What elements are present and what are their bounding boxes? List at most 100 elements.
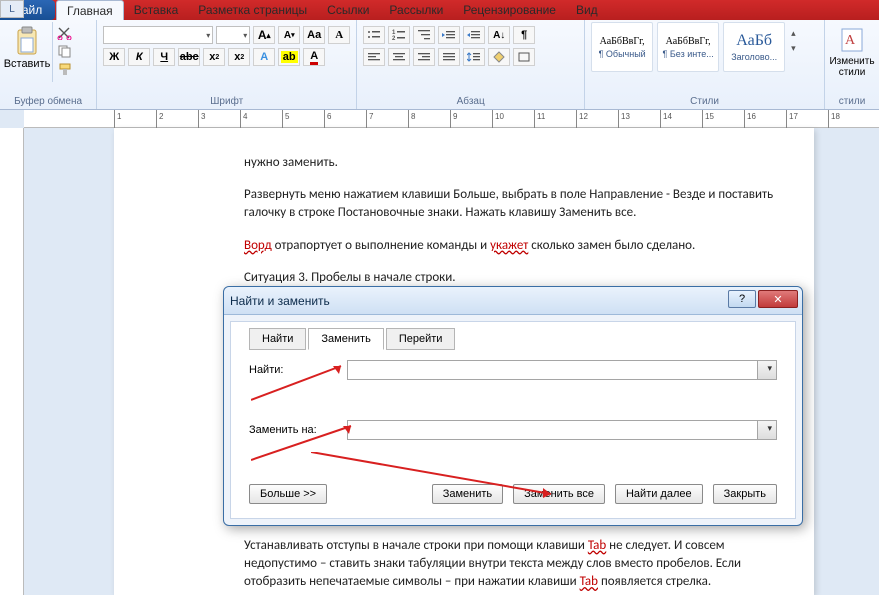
style-normal[interactable]: АаБбВвГг, ¶ Обычный [591,22,653,72]
styles-more-icon[interactable]: ▴ [791,28,796,39]
tab-review[interactable]: Рецензирование [453,0,566,20]
tick: 11 [534,110,535,128]
change-case-button[interactable]: Aa [303,26,325,44]
show-marks-button[interactable]: ¶ [513,26,535,44]
tab-view[interactable]: Вид [566,0,608,20]
copy-icon[interactable] [57,44,73,58]
superscript-button[interactable]: x2 [228,48,250,66]
group-edit: стили [831,94,873,109]
font-size-combo[interactable] [216,26,250,44]
indent-decrease-button[interactable] [438,26,460,44]
tick: 17 [786,110,787,128]
tick: 1 [114,110,115,128]
line-spacing-button[interactable] [463,48,485,66]
ribbon-tabs: Главная Вставка Разметка страницы Ссылки… [56,0,608,20]
more-button[interactable]: Больше >> [249,484,327,504]
tick: 6 [324,110,325,128]
clipboard-icon [14,26,40,56]
tick: 12 [576,110,577,128]
replace-input[interactable] [348,421,756,439]
tick: 2 [156,110,157,128]
highlight-button[interactable]: ab [278,48,300,66]
tab-mailings[interactable]: Рассылки [379,0,453,20]
cut-icon[interactable] [57,26,73,40]
group-styles: Стили [591,94,818,109]
dialog-tab-goto[interactable]: Перейти [386,328,456,350]
para-4: Ситуация 3. Пробелы в начале строки. [244,269,794,287]
style-heading1[interactable]: АаБб Заголово... [723,22,785,72]
tick: 3 [198,110,199,128]
font-color-button[interactable]: A [303,48,325,66]
dialog-titlebar[interactable]: Найти и заменить ? ✕ [224,287,802,315]
font-family-combo[interactable] [103,26,213,44]
numbering-button[interactable]: 12 [388,26,410,44]
tick: 4 [240,110,241,128]
group-font: Шрифт [103,94,350,109]
tab-insert[interactable]: Вставка [124,0,189,20]
italic-button[interactable]: К [128,48,150,66]
tick: 16 [744,110,745,128]
subscript-button[interactable]: x2 [203,48,225,66]
find-replace-dialog: Найти и заменить ? ✕ Найти Заменить Пере… [223,286,803,526]
shading-button[interactable] [488,48,510,66]
clear-format-button[interactable]: A [328,26,350,44]
styles-more-icon2[interactable]: ▾ [791,43,796,54]
find-input[interactable] [348,361,756,379]
strike-button[interactable]: abc [178,48,200,66]
align-center-button[interactable] [388,48,410,66]
replace-all-button[interactable]: Заменить все [513,484,605,504]
para-5: Устанавливать отступы в начале строки пр… [244,537,794,592]
find-next-button[interactable]: Найти далее [615,484,703,504]
change-styles-button[interactable]: A Изменить стили [831,22,873,82]
find-label: Найти: [249,364,339,376]
change-styles-icon: A [839,26,865,54]
dialog-close-button[interactable]: ✕ [758,290,798,308]
group-clipboard: Буфер обмена [6,94,90,109]
replace-button[interactable]: Заменить [432,484,503,504]
replace-combo[interactable] [347,420,777,440]
shrink-font-button[interactable]: A▾ [278,26,300,44]
dialog-tab-replace[interactable]: Заменить [308,328,383,350]
tick: 9 [450,110,451,128]
multilevel-button[interactable] [413,26,435,44]
tick: 10 [492,110,493,128]
paste-label: Вставить [4,58,51,70]
justify-button[interactable] [438,48,460,66]
tick: 5 [282,110,283,128]
tick: 15 [702,110,703,128]
find-combo[interactable] [347,360,777,380]
para-1: нужно заменить. [244,154,794,172]
close-button[interactable]: Закрыть [713,484,777,504]
style-no-spacing[interactable]: АаБбВвГг, ¶ Без инте... [657,22,719,72]
replace-label: Заменить на: [249,424,339,436]
align-left-button[interactable] [363,48,385,66]
tick: 18 [828,110,829,128]
tick: 7 [366,110,367,128]
svg-text:2: 2 [392,36,396,41]
format-painter-icon[interactable] [57,62,73,76]
dialog-tab-find[interactable]: Найти [249,328,306,350]
ruler-horizontal[interactable]: 123456789101112131415161718 [24,110,879,128]
bullets-button[interactable] [363,26,385,44]
para-3: Ворд отрапортует о выполнение команды и … [244,237,794,255]
dialog-title: Найти и заменить [230,294,330,308]
ruler-corner: L [0,0,24,18]
paste-button[interactable]: Вставить [6,22,48,74]
tick: 8 [408,110,409,128]
align-right-button[interactable] [413,48,435,66]
borders-button[interactable] [513,48,535,66]
indent-increase-button[interactable] [463,26,485,44]
grow-font-button[interactable]: A▴ [253,26,275,44]
para-2: Развернуть меню нажатием клавиши Больше,… [244,186,794,222]
text-effects-button[interactable]: A [253,48,275,66]
bold-button[interactable]: Ж [103,48,125,66]
ruler-vertical[interactable] [0,128,24,595]
underline-button[interactable]: Ч [153,48,175,66]
tab-references[interactable]: Ссылки [317,0,379,20]
tab-layout[interactable]: Разметка страницы [188,0,317,20]
svg-text:A: A [845,33,856,48]
group-paragraph: Абзац [363,94,578,109]
sort-button[interactable]: A↓ [488,26,510,44]
tab-home[interactable]: Главная [56,0,124,20]
dialog-help-button[interactable]: ? [728,290,756,308]
